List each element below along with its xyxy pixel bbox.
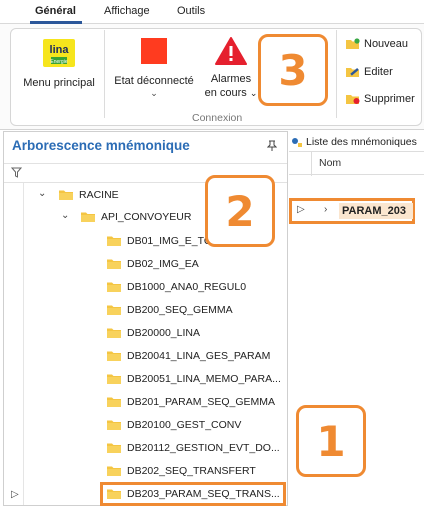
ribbon-separator [104,30,105,118]
folder-delete-icon [346,95,360,104]
column-divider [311,152,312,176]
tree-item-api-convoyeur[interactable]: API_CONVOYEUR [80,206,191,228]
tree-item-label: DB202_SEQ_TRANSFERT [127,465,256,477]
tab-general[interactable]: Général [35,5,76,17]
folder-icon [58,189,74,201]
svg-text:lina: lina [50,44,70,56]
list-tab[interactable]: Liste des mnémoniques [291,133,424,151]
nouveau-button[interactable]: Nouveau [345,34,408,54]
tree-item[interactable]: DB20051_LINA_MEMO_PARA... [106,368,281,390]
ribbon-group-label-connexion: Connexion [192,112,243,124]
folder-icon [80,211,96,223]
menu-principal-button[interactable]: lina Energie Menu principal [20,38,98,90]
folder-edit-icon [346,68,359,77]
tree-item[interactable]: DB201_PARAM_SEQ_GEMMA [106,391,275,413]
tree-item-label: DB01_IMG_E_TO [127,235,213,247]
tree-item-label: DB20041_LINA_GES_PARAM [127,350,271,362]
row-expander-icon[interactable]: ▷ [297,204,305,215]
lina-logo-icon: lina Energie [43,39,75,67]
tree-item-label: RACINE [79,189,119,201]
folder-icon [106,258,122,270]
tree-item[interactable]: DB20000_LINA [106,322,200,344]
tree-item[interactable]: DB1000_ANA0_REGUL0 [106,276,246,298]
folder-new-icon [346,38,360,49]
menu-principal-label: Menu principal [23,77,95,89]
filter-icon[interactable] [10,167,23,181]
etat-deconnecte-button[interactable]: Etat déconnecté ⌄ [108,38,200,98]
chevron-down-icon[interactable]: ⌄ [61,210,69,221]
tree-item-label: DB20051_LINA_MEMO_PARA... [127,373,281,385]
nouveau-label: Nouveau [364,38,409,50]
tree-item[interactable]: DB20100_GEST_CONV [106,414,241,436]
tab-affichage[interactable]: Affichage [104,5,150,17]
tree-item-racine[interactable]: RACINE [58,184,119,206]
etat-label: Etat déconnecté [114,75,194,87]
tree-item-label: DB201_PARAM_SEQ_GEMMA [127,396,276,408]
tree-panel-title: Arborescence mnémonique [12,138,190,153]
list-header: Nom [289,151,424,176]
chevron-down-icon: ⌄ [150,88,158,98]
tree-item[interactable]: DB202_SEQ_TRANSFERT [106,460,256,482]
list-row-name: PARAM_203 [342,205,406,217]
tree-item-label: DB02_IMG_EA [127,258,199,270]
column-header-nom[interactable]: Nom [319,157,341,169]
tree-item-label: DB20112_GESTION_EVT_DO... [127,442,280,454]
folder-icon [106,327,122,339]
tree-item-label: DB1000_ANA0_REGUL0 [127,281,247,293]
tree-item-label: DB20000_LINA [127,327,200,339]
folder-icon [106,419,122,431]
tree-item[interactable]: DB20112_GESTION_EVT_DO... [106,437,280,459]
highlight-box-1 [100,482,286,506]
row-expander-icon[interactable]: ▷ [11,489,19,500]
folder-icon [106,235,122,247]
supprimer-label: Supprimer [364,93,415,105]
folder-icon [106,465,122,477]
pin-icon[interactable] [266,140,278,154]
callout-1: 1 [296,405,366,477]
alarmes-en-cours-button[interactable]: Alarmes en cours ⌄ [200,36,262,100]
tree-item[interactable]: DB200_SEQ_GEMMA [106,299,233,321]
callout-3: 3 [258,34,328,106]
folder-icon [106,442,122,454]
stop-square-icon [141,38,167,64]
list-tab-icon [292,137,302,147]
tree-item[interactable]: DB02_IMG_EA [106,253,199,275]
folder-icon [106,373,122,385]
tab-outils[interactable]: Outils [177,5,205,17]
tree-item[interactable]: DB01_IMG_E_TO [106,230,212,252]
tree-item[interactable]: DB20041_LINA_GES_PARAM [106,345,270,367]
alarm-warning-icon [215,37,247,65]
alarmes-label-line2: en cours ⌄ [204,87,258,99]
folder-icon [106,350,122,362]
editer-button[interactable]: Editer [345,62,393,82]
callout-2: 2 [205,175,275,247]
supprimer-button[interactable]: Supprimer [345,89,415,109]
editer-label: Editer [364,66,393,78]
chevron-down-icon[interactable]: ⌄ [38,188,46,199]
folder-icon [106,281,122,293]
tree-item-label: API_CONVOYEUR [101,211,192,223]
ribbon-tabs: Général Affichage Outils [0,0,424,24]
svg-text:Energie: Energie [50,59,67,65]
folder-icon [106,396,122,408]
chevron-right-icon[interactable]: › [324,204,327,215]
ribbon-separator [336,30,337,118]
folder-icon [106,304,122,316]
alarmes-label-line1: Alarmes [210,73,252,85]
list-row-param-203[interactable]: PARAM_203 [339,203,413,219]
tree-item-label: DB200_SEQ_GEMMA [127,304,233,316]
tree-item-label: DB20100_GEST_CONV [127,419,242,431]
list-tab-label: Liste des mnémoniques [306,136,417,148]
tree-gutter [4,183,24,505]
